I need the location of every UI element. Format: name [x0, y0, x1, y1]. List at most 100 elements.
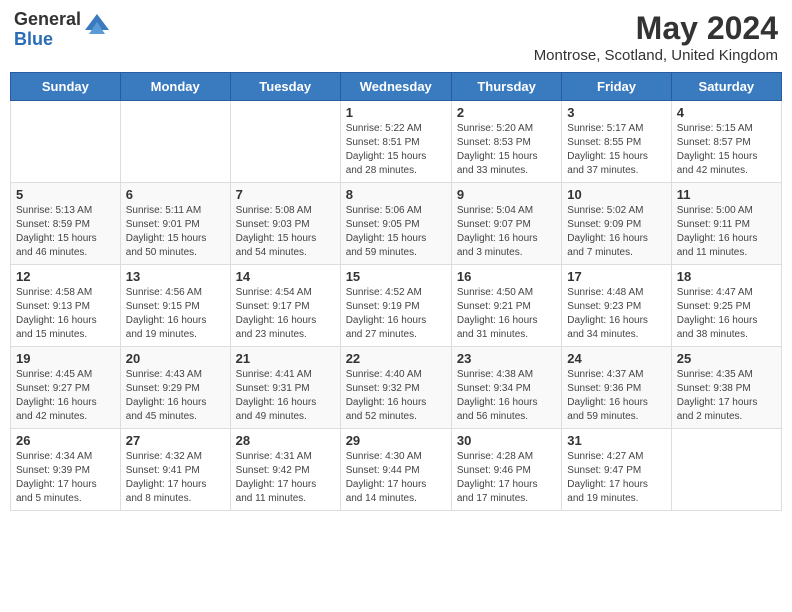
day-info: Sunrise: 4:37 AM Sunset: 9:36 PM Dayligh… — [567, 368, 665, 424]
day-info: Sunrise: 4:54 AM Sunset: 9:17 PM Dayligh… — [236, 286, 335, 342]
day-info: Sunrise: 4:58 AM Sunset: 9:13 PM Dayligh… — [16, 286, 115, 342]
logo-icon — [85, 14, 109, 38]
calendar-day-cell — [671, 429, 781, 511]
day-info: Sunrise: 5:22 AM Sunset: 8:51 PM Dayligh… — [346, 122, 446, 178]
calendar-day-cell: 10Sunrise: 5:02 AM Sunset: 9:09 PM Dayli… — [562, 183, 671, 265]
calendar-day-cell: 23 Sunrise: 4:38 AM Sunset: 9:34 PM Dayli… — [451, 347, 561, 429]
calendar-header-row: SundayMondayTuesdayWednesdayThursdayFrid… — [11, 73, 782, 101]
day-info: Sunrise: 4:38 AM Sunset: 9:34 PM Dayligh… — [457, 368, 556, 424]
day-info: Sunrise: 5:15 AM Sunset: 8:57 PM Dayligh… — [677, 122, 776, 178]
day-info: Sunrise: 4:41 AM Sunset: 9:31 PM Dayligh… — [236, 368, 335, 424]
day-of-week-header: Saturday — [671, 73, 781, 101]
day-info: Sunrise: 4:34 AM Sunset: 9:39 PM Dayligh… — [16, 450, 115, 506]
day-number: 9 — [457, 187, 556, 202]
day-info: Sunrise: 4:31 AM Sunset: 9:42 PM Dayligh… — [236, 450, 335, 506]
calendar-day-cell: 17Sunrise: 4:48 AM Sunset: 9:23 PM Dayli… — [562, 265, 671, 347]
calendar-day-cell: 9 Sunrise: 5:04 AM Sunset: 9:07 PM Daylig… — [451, 183, 561, 265]
day-info: Sunrise: 4:52 AM Sunset: 9:19 PM Dayligh… — [346, 286, 446, 342]
calendar-day-cell: 25 Sunrise: 4:35 AM Sunset: 9:38 PM Dayli… — [671, 347, 781, 429]
logo-general: General — [14, 10, 81, 30]
day-info: Sunrise: 5:08 AM Sunset: 9:03 PM Dayligh… — [236, 204, 335, 260]
calendar-day-cell: 29Sunrise: 4:30 AM Sunset: 9:44 PM Dayli… — [340, 429, 451, 511]
calendar-day-cell: 27 Sunrise: 4:32 AM Sunset: 9:41 PM Dayli… — [120, 429, 230, 511]
logo-text: General Blue — [14, 10, 81, 50]
day-info: Sunrise: 4:47 AM Sunset: 9:25 PM Dayligh… — [677, 286, 776, 342]
day-number: 2 — [457, 105, 556, 120]
calendar-day-cell: 19 Sunrise: 4:45 AM Sunset: 9:27 PM Dayli… — [11, 347, 121, 429]
calendar-week-row: 26 Sunrise: 4:34 AM Sunset: 9:39 PM Dayli… — [11, 429, 782, 511]
calendar-day-cell: 3Sunrise: 5:17 AM Sunset: 8:55 PM Daylig… — [562, 101, 671, 183]
day-number: 10 — [567, 187, 665, 202]
day-info: Sunrise: 5:11 AM Sunset: 9:01 PM Dayligh… — [126, 204, 225, 260]
calendar-day-cell: 21Sunrise: 4:41 AM Sunset: 9:31 PM Dayli… — [230, 347, 340, 429]
calendar-day-cell: 14 Sunrise: 4:54 AM Sunset: 9:17 PM Dayli… — [230, 265, 340, 347]
calendar-day-cell: 24 Sunrise: 4:37 AM Sunset: 9:36 PM Dayli… — [562, 347, 671, 429]
calendar-day-cell — [120, 101, 230, 183]
calendar-table: SundayMondayTuesdayWednesdayThursdayFrid… — [10, 72, 782, 511]
day-number: 19 — [16, 351, 115, 366]
day-info: Sunrise: 4:50 AM Sunset: 9:21 PM Dayligh… — [457, 286, 556, 342]
day-number: 26 — [16, 433, 115, 448]
day-info: Sunrise: 4:45 AM Sunset: 9:27 PM Dayligh… — [16, 368, 115, 424]
calendar-day-cell: 15 Sunrise: 4:52 AM Sunset: 9:19 PM Dayli… — [340, 265, 451, 347]
day-number: 14 — [236, 269, 335, 284]
day-number: 1 — [346, 105, 446, 120]
day-info: Sunrise: 5:00 AM Sunset: 9:11 PM Dayligh… — [677, 204, 776, 260]
title-block: May 2024 Montrose, Scotland, United King… — [534, 10, 778, 64]
page-header: General Blue May 2024 Montrose, Scotland… — [10, 10, 782, 64]
day-info: Sunrise: 5:17 AM Sunset: 8:55 PM Dayligh… — [567, 122, 665, 178]
day-number: 25 — [677, 351, 776, 366]
day-number: 12 — [16, 269, 115, 284]
day-number: 8 — [346, 187, 446, 202]
day-number: 18 — [677, 269, 776, 284]
day-number: 30 — [457, 433, 556, 448]
day-info: Sunrise: 4:48 AM Sunset: 9:23 PM Dayligh… — [567, 286, 665, 342]
day-number: 29 — [346, 433, 446, 448]
calendar-day-cell: 30Sunrise: 4:28 AM Sunset: 9:46 PM Dayli… — [451, 429, 561, 511]
day-number: 22 — [346, 351, 446, 366]
calendar-day-cell: 7Sunrise: 5:08 AM Sunset: 9:03 PM Daylig… — [230, 183, 340, 265]
day-info: Sunrise: 4:56 AM Sunset: 9:15 PM Dayligh… — [126, 286, 225, 342]
day-number: 16 — [457, 269, 556, 284]
day-info: Sunrise: 5:20 AM Sunset: 8:53 PM Dayligh… — [457, 122, 556, 178]
logo: General Blue — [14, 10, 109, 50]
logo-blue: Blue — [14, 30, 81, 50]
calendar-day-cell: 26 Sunrise: 4:34 AM Sunset: 9:39 PM Dayli… — [11, 429, 121, 511]
day-number: 20 — [126, 351, 225, 366]
day-of-week-header: Friday — [562, 73, 671, 101]
calendar-day-cell: 13 Sunrise: 4:56 AM Sunset: 9:15 PM Dayli… — [120, 265, 230, 347]
calendar-day-cell: 5 Sunrise: 5:13 AM Sunset: 8:59 PM Daylig… — [11, 183, 121, 265]
day-info: Sunrise: 5:04 AM Sunset: 9:07 PM Dayligh… — [457, 204, 556, 260]
calendar-day-cell: 4Sunrise: 5:15 AM Sunset: 8:57 PM Daylig… — [671, 101, 781, 183]
calendar-day-cell: 31 Sunrise: 4:27 AM Sunset: 9:47 PM Dayli… — [562, 429, 671, 511]
calendar-day-cell: 18 Sunrise: 4:47 AM Sunset: 9:25 PM Dayli… — [671, 265, 781, 347]
day-of-week-header: Tuesday — [230, 73, 340, 101]
day-number: 6 — [126, 187, 225, 202]
calendar-day-cell: 22 Sunrise: 4:40 AM Sunset: 9:32 PM Dayli… — [340, 347, 451, 429]
day-info: Sunrise: 4:35 AM Sunset: 9:38 PM Dayligh… — [677, 368, 776, 424]
day-number: 23 — [457, 351, 556, 366]
day-info: Sunrise: 4:40 AM Sunset: 9:32 PM Dayligh… — [346, 368, 446, 424]
day-number: 31 — [567, 433, 665, 448]
calendar-day-cell: 1 Sunrise: 5:22 AM Sunset: 8:51 PM Daylig… — [340, 101, 451, 183]
day-number: 24 — [567, 351, 665, 366]
day-number: 5 — [16, 187, 115, 202]
day-number: 13 — [126, 269, 225, 284]
day-info: Sunrise: 5:13 AM Sunset: 8:59 PM Dayligh… — [16, 204, 115, 260]
day-info: Sunrise: 5:06 AM Sunset: 9:05 PM Dayligh… — [346, 204, 446, 260]
day-info: Sunrise: 4:43 AM Sunset: 9:29 PM Dayligh… — [126, 368, 225, 424]
calendar-day-cell — [11, 101, 121, 183]
day-number: 27 — [126, 433, 225, 448]
month-year: May 2024 — [534, 10, 778, 47]
calendar-day-cell: 11Sunrise: 5:00 AM Sunset: 9:11 PM Dayli… — [671, 183, 781, 265]
location: Montrose, Scotland, United Kingdom — [534, 47, 778, 64]
calendar-week-row: 12 Sunrise: 4:58 AM Sunset: 9:13 PM Dayli… — [11, 265, 782, 347]
calendar-day-cell: 28Sunrise: 4:31 AM Sunset: 9:42 PM Dayli… — [230, 429, 340, 511]
calendar-day-cell: 6 Sunrise: 5:11 AM Sunset: 9:01 PM Daylig… — [120, 183, 230, 265]
calendar-day-cell: 2 Sunrise: 5:20 AM Sunset: 8:53 PM Daylig… — [451, 101, 561, 183]
day-info: Sunrise: 4:27 AM Sunset: 9:47 PM Dayligh… — [567, 450, 665, 506]
calendar-day-cell — [230, 101, 340, 183]
calendar-day-cell: 8 Sunrise: 5:06 AM Sunset: 9:05 PM Daylig… — [340, 183, 451, 265]
day-number: 15 — [346, 269, 446, 284]
day-info: Sunrise: 4:32 AM Sunset: 9:41 PM Dayligh… — [126, 450, 225, 506]
